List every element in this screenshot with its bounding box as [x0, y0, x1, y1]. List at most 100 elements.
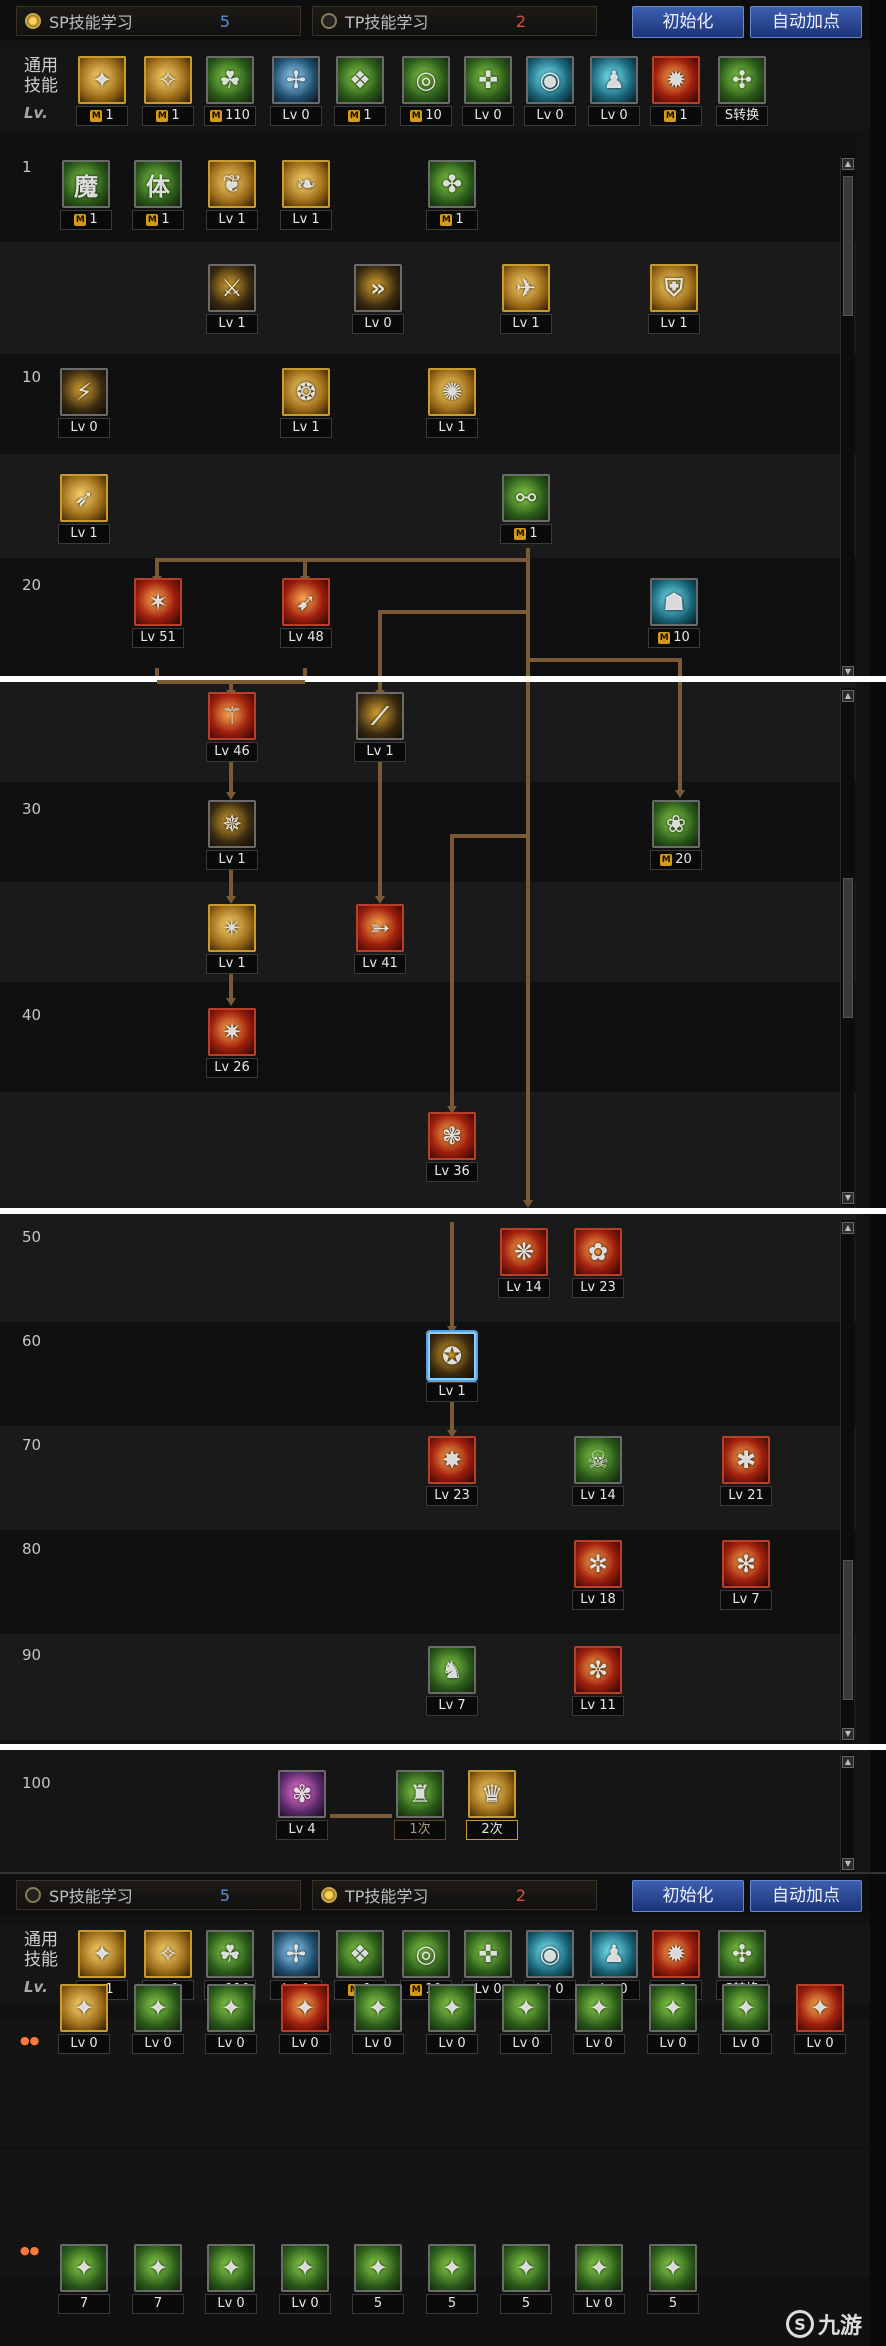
tree-skill[interactable]: ✪ Lv 1 — [426, 1332, 478, 1402]
scrollbar[interactable]: ▲ ▼ — [840, 156, 854, 680]
scrollbar[interactable]: ▲ ▼ — [840, 1220, 854, 1742]
tree-skill[interactable]: ⚔ Lv 1 — [206, 264, 258, 334]
tree-skill[interactable]: ✵ Lv 1 — [206, 800, 258, 870]
general-skill[interactable]: ◉ Lv 0 — [524, 1930, 576, 2000]
general-skill[interactable]: ✜ Lv 0 — [462, 56, 514, 126]
tree-skill[interactable]: ❂ Lv 1 — [280, 368, 332, 438]
tree-skill[interactable]: ➹ Lv 48 — [280, 578, 332, 648]
tree-skill[interactable]: ⚯ M 1 — [500, 474, 552, 544]
general-skill[interactable]: ◉ Lv 0 — [524, 56, 576, 126]
general-skill[interactable]: ✹M1 — [650, 1930, 702, 2000]
tp-skill[interactable]: ✦ Lv 0 — [279, 2244, 331, 2314]
tree-skill[interactable]: ✼ Lv 11 — [572, 1646, 624, 1716]
tree-skill[interactable]: ❃ Lv 36 — [426, 1112, 478, 1182]
general-skill[interactable]: ✹M1 — [650, 56, 702, 126]
tp-skill[interactable]: ✦ 7 — [58, 2244, 110, 2314]
tp-skill[interactable]: ✦ Lv 0 — [352, 1984, 404, 2054]
tp-skill[interactable]: ✦ Lv 0 — [500, 1984, 552, 2054]
auto-assign-button[interactable]: 自动加点 — [750, 6, 862, 38]
tree-skill[interactable]: ☗ M 10 — [648, 578, 700, 648]
tree-skill[interactable]: ✷ Lv 26 — [206, 1008, 258, 1078]
general-skill[interactable]: ✢Lv 0 — [270, 56, 322, 126]
scroll-down-icon[interactable]: ▼ — [842, 1858, 854, 1870]
general-skill[interactable]: ✦M1 — [76, 56, 128, 126]
general-skill[interactable]: ✧M1 — [142, 1930, 194, 2000]
general-skill[interactable]: ☘M110 — [204, 56, 256, 126]
tp-skill[interactable]: ✦ Lv 0 — [573, 2244, 625, 2314]
tree-skill[interactable]: ✾ Lv 4 — [276, 1770, 328, 1840]
tree-skill[interactable]: ➳ Lv 41 — [354, 904, 406, 974]
tree-skill[interactable]: ✶ Lv 51 — [132, 578, 184, 648]
tree-skill[interactable]: ♞ Lv 7 — [426, 1646, 478, 1716]
tree-skill[interactable]: ✤ M 1 — [426, 160, 478, 230]
scroll-up-icon[interactable]: ▲ — [842, 1756, 854, 1768]
general-skill[interactable]: ✣S转换 — [716, 1930, 768, 2000]
tp-skill[interactable]: ✦ 7 — [132, 2244, 184, 2314]
tree-skill[interactable]: ➶ Lv 1 — [58, 474, 110, 544]
scroll-thumb[interactable] — [843, 878, 853, 1018]
tree-skill[interactable]: ❦ Lv 1 — [206, 160, 258, 230]
tree-skill[interactable]: 体M1 — [132, 160, 184, 230]
tab-tp-skill[interactable]: TP技能学习 2 — [312, 1880, 597, 1910]
tree-skill[interactable]: » Lv 0 — [352, 264, 404, 334]
tp-skill[interactable]: ✦ Lv 0 — [647, 1984, 699, 2054]
tp-skill[interactable]: ✦ Lv 0 — [132, 1984, 184, 2054]
general-skill[interactable]: ☘M110 — [204, 1930, 256, 2000]
tree-skill[interactable]: ❀ M 20 — [650, 800, 702, 870]
tree-skill[interactable]: ❧ Lv 1 — [280, 160, 332, 230]
reset-button[interactable]: 初始化 — [632, 6, 744, 38]
tp-skill[interactable]: ✦ Lv 0 — [205, 2244, 257, 2314]
general-skill[interactable]: ✦M1 — [76, 1930, 128, 2000]
tp-skill[interactable]: ✦ 5 — [352, 2244, 404, 2314]
general-skill[interactable]: ❖M1 — [334, 56, 386, 126]
general-skill[interactable]: ♟Lv 0 — [588, 56, 640, 126]
general-skill[interactable]: ✢Lv 0 — [270, 1930, 322, 2000]
scrollbar[interactable]: ▲ ▼ — [840, 688, 854, 1206]
tp-skill[interactable]: ✦ 5 — [647, 2244, 699, 2314]
tree-skill[interactable]: ✻ Lv 7 — [720, 1540, 772, 1610]
tp-skill[interactable]: ✦ Lv 0 — [58, 1984, 110, 2054]
general-skill[interactable]: ♟Lv 0 — [588, 1930, 640, 2000]
tab-tp-skill[interactable]: TP技能学习 2 — [312, 6, 597, 36]
scroll-up-icon[interactable]: ▲ — [842, 690, 854, 702]
tree-skill[interactable]: 魔M1 — [60, 160, 112, 230]
tree-skill[interactable]: ✸ Lv 23 — [426, 1436, 478, 1506]
auto-assign-button[interactable]: 自动加点 — [750, 1880, 862, 1912]
tp-skill[interactable]: ✦ 5 — [500, 2244, 552, 2314]
tree-skill[interactable]: ✴ Lv 1 — [206, 904, 258, 974]
scroll-up-icon[interactable]: ▲ — [842, 1222, 854, 1234]
scroll-down-icon[interactable]: ▼ — [842, 1728, 854, 1740]
scroll-thumb[interactable] — [843, 176, 853, 316]
tp-skill[interactable]: ✦ Lv 0 — [205, 1984, 257, 2054]
tree-skill[interactable]: ✲ Lv 18 — [572, 1540, 624, 1610]
general-skill[interactable]: ✧M1 — [142, 56, 194, 126]
tree-skill[interactable]: ⟋ Lv 1 — [354, 692, 406, 762]
general-skill[interactable]: ✜ Lv 0 — [462, 1930, 514, 2000]
reset-button[interactable]: 初始化 — [632, 1880, 744, 1912]
general-skill[interactable]: ❖M1 — [334, 1930, 386, 2000]
tp-skill[interactable]: ✦ Lv 0 — [279, 1984, 331, 2054]
tree-skill[interactable]: ✈ Lv 1 — [500, 264, 552, 334]
tp-skill[interactable]: ✦ 5 — [426, 2244, 478, 2314]
general-skill[interactable]: ◎M10 — [400, 1930, 452, 2000]
tab-sp-skill[interactable]: SP技能学习 5 — [16, 6, 301, 36]
tree-skill[interactable]: ⛨ Lv 1 — [648, 264, 700, 334]
awakening-skill[interactable]: ♛ 2次 — [466, 1770, 518, 1840]
tp-skill[interactable]: ✦ Lv 0 — [426, 1984, 478, 2054]
tree-skill[interactable]: ✱ Lv 21 — [720, 1436, 772, 1506]
scroll-down-icon[interactable]: ▼ — [842, 1192, 854, 1204]
tree-skill[interactable]: ☠ Lv 14 — [572, 1436, 624, 1506]
scroll-up-icon[interactable]: ▲ — [842, 158, 854, 170]
tab-sp-skill[interactable]: SP技能学习 5 — [16, 1880, 301, 1910]
tree-skill[interactable]: ✿ Lv 23 — [572, 1228, 624, 1298]
tree-skill[interactable]: ❋ Lv 14 — [498, 1228, 550, 1298]
awakening-skill[interactable]: ♜ 1次 — [394, 1770, 446, 1840]
tree-skill[interactable]: ⚚ Lv 46 — [206, 692, 258, 762]
scroll-thumb[interactable] — [843, 1560, 853, 1700]
general-skill[interactable]: ◎M10 — [400, 56, 452, 126]
tp-skill[interactable]: ✦ Lv 0 — [720, 1984, 772, 2054]
general-skill[interactable]: ✣S转换 — [716, 56, 768, 126]
tp-skill[interactable]: ✦ Lv 0 — [794, 1984, 846, 2054]
scrollbar[interactable]: ▲ ▼ — [840, 1754, 854, 1872]
tree-skill[interactable]: ⚡ Lv 0 — [58, 368, 110, 438]
